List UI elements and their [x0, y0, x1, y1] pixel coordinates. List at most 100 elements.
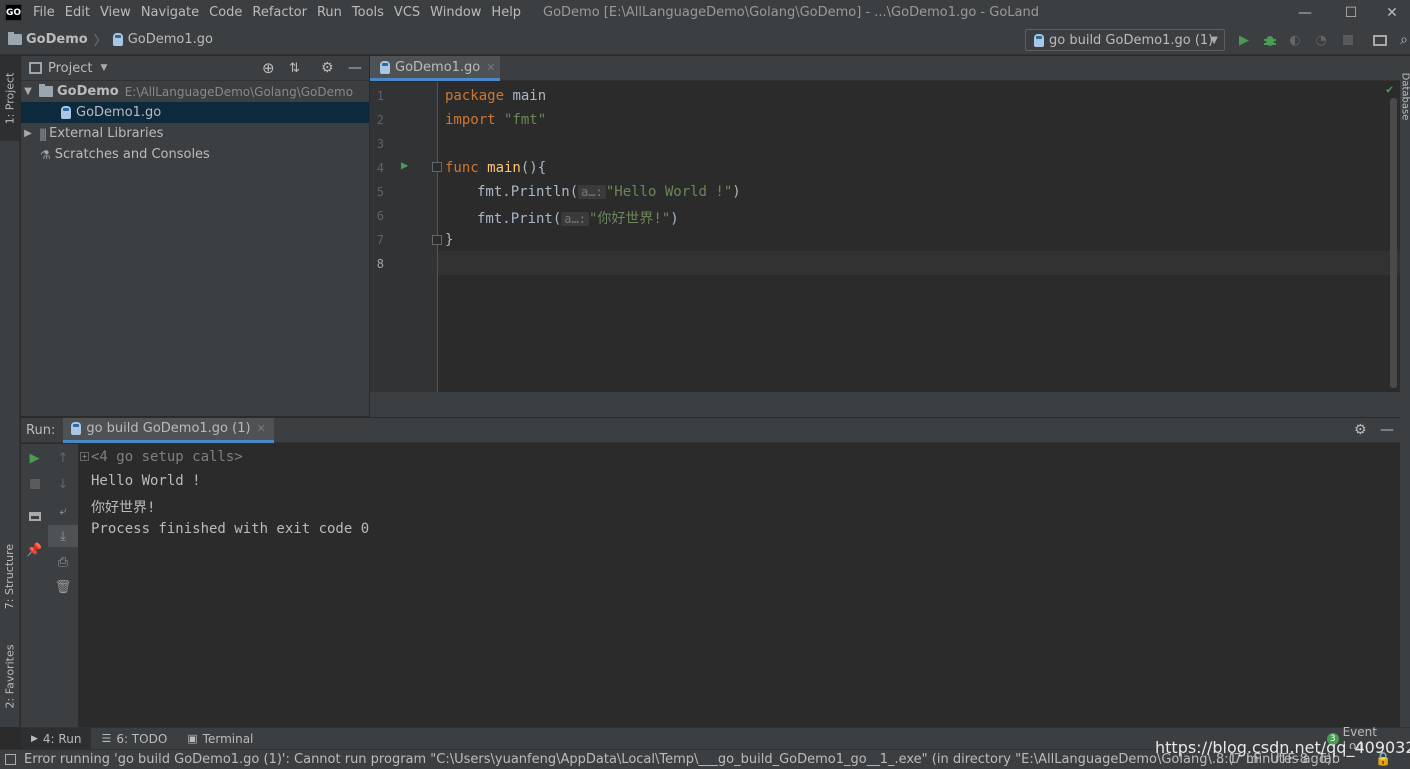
up-arrow-button[interactable]: ↑ [48, 447, 78, 469]
close-tab-icon[interactable]: ✕ [257, 422, 266, 435]
chevron-down-icon[interactable]: ▼ [100, 63, 107, 73]
menu-refactor[interactable]: Refactor [247, 0, 312, 25]
menu-navigate[interactable]: Navigate [136, 0, 204, 25]
folder-icon [39, 84, 53, 97]
menu-file[interactable]: File [28, 0, 60, 25]
clear-all-button[interactable]: 🗑 [48, 576, 78, 598]
layout-icon [28, 511, 41, 521]
run-configuration-select[interactable]: go build GoDemo1.go (1) ▼ [1025, 29, 1225, 51]
punctuation: (){ [520, 160, 547, 176]
run-with-coverage-button[interactable]: ◐ [1287, 32, 1303, 48]
close-window-button[interactable]: ✕ [1374, 0, 1410, 25]
maximize-button[interactable]: ☐ [1328, 0, 1374, 25]
project-structure-button[interactable] [1372, 32, 1388, 48]
panel-splitter[interactable] [370, 392, 1400, 417]
breadcrumb-project-label: GoDemo [26, 32, 88, 47]
stop-button[interactable] [21, 473, 48, 495]
run-tab[interactable]: go build GoDemo1.go (1) ✕ [63, 417, 274, 443]
locate-file-icon[interactable]: ⊕ [262, 59, 275, 77]
window-title: GoDemo [E:\AllLanguageDemo\Golang\GoDemo… [543, 5, 1039, 20]
panel-toggle-icon[interactable] [5, 754, 16, 765]
search-everywhere-button[interactable]: ⌕ [1396, 32, 1410, 48]
minimize-button[interactable]: — [1282, 0, 1328, 25]
keyword: import [445, 112, 496, 128]
tree-item-path: E:\AllLanguageDemo\Golang\GoDemo [124, 84, 354, 99]
code-editor[interactable]: 1 2 3 4 5 6 7 8 ▶ package main import "f… [370, 82, 1400, 392]
menu-help[interactable]: Help [486, 0, 526, 25]
editor-scrollbar[interactable] [1390, 98, 1397, 388]
fold-icon[interactable] [432, 235, 442, 245]
tree-item-scratches[interactable]: ⚗ Scratches and Consoles [21, 144, 369, 165]
tree-item-file[interactable]: GoDemo1.go [21, 102, 369, 123]
string-literal: "fmt" [495, 112, 547, 128]
code-line-4: func main(){ [445, 160, 546, 176]
breadcrumb-separator-icon: 〉 [93, 34, 107, 49]
menu-view[interactable]: View [95, 0, 136, 25]
expand-icon[interactable]: + [80, 452, 89, 461]
tree-item-label: Scratches and Consoles [54, 147, 210, 162]
scratches-icon: ⚗ [40, 147, 51, 162]
tree-item-external-libraries[interactable]: ▶ ||| External Libraries [21, 123, 369, 144]
collapse-all-icon[interactable]: ⇅ [289, 61, 300, 76]
gear-icon[interactable]: ⚙ [321, 60, 334, 76]
fold-icon[interactable] [432, 162, 442, 172]
gear-icon[interactable]: ⚙ [1354, 422, 1367, 438]
status-message[interactable]: Error running 'go build GoDemo1.go (1)':… [24, 752, 1332, 767]
chevron-down-icon: ▼ [1210, 34, 1218, 46]
pin-button[interactable]: 📌 [21, 539, 48, 561]
profile-button[interactable]: ◔ [1313, 32, 1329, 48]
run-panel-label: Run: [26, 422, 56, 438]
tool-tab-todo[interactable]: ☰ 6: TODO [91, 728, 177, 750]
menu-window[interactable]: Window [425, 0, 486, 25]
menu-edit[interactable]: Edit [60, 0, 95, 25]
tool-tab-structure[interactable]: 7: Structure [0, 531, 20, 621]
tree-item-project-root[interactable]: ▼ GoDemo E:\AllLanguageDemo\Golang\GoDem… [21, 81, 369, 102]
go-file-icon [380, 60, 390, 74]
parameter-hint: a…: [578, 185, 606, 199]
menu-vcs[interactable]: VCS [389, 0, 425, 25]
run-button[interactable]: ▶ [1236, 32, 1252, 48]
tool-tab-favorites-label: 2: Favorites [3, 644, 17, 708]
console-output[interactable]: + <4 go setup calls> Hello World ! 你好世界!… [78, 444, 1400, 727]
editor-tab-godemo1[interactable]: GoDemo1.go ✕ [370, 56, 500, 81]
print-button[interactable]: ⎙ [48, 551, 78, 573]
console-line: Process finished with exit code 0 [91, 521, 370, 537]
right-tool-stripe: Database [1400, 56, 1410, 727]
soft-wrap-button[interactable]: ⤶ [48, 500, 78, 522]
close-tab-icon[interactable]: ✕ [486, 61, 495, 74]
layout-button[interactable] [21, 505, 48, 527]
current-line-highlight [438, 251, 1400, 275]
stop-icon [29, 479, 40, 489]
console-line: <4 go setup calls> [91, 449, 243, 465]
tool-tab-terminal[interactable]: ▣ Terminal [177, 728, 263, 750]
watermark: https://blog.csdn.net/qq_40903237 [1155, 738, 1410, 757]
hide-panel-icon[interactable]: — [348, 60, 362, 76]
tool-tab-database-label: Database [1399, 72, 1410, 120]
hide-panel-icon[interactable]: — [1380, 422, 1394, 438]
menu-run[interactable]: Run [312, 0, 347, 25]
terminal-icon: ▣ [187, 732, 198, 745]
breadcrumb-project[interactable]: GoDemo [8, 32, 88, 47]
breadcrumb-file[interactable]: GoDemo1.go [112, 32, 213, 47]
run-gutter-icon[interactable]: ▶ [401, 158, 408, 172]
scroll-to-end-button[interactable]: ⤓ [48, 525, 78, 547]
tool-tab-run[interactable]: ▶ 4: Run [21, 727, 92, 750]
rerun-button[interactable]: ▶ [21, 447, 48, 469]
goland-logo-icon: GO [5, 4, 22, 21]
function-name: main [478, 160, 521, 176]
collapsed-arrow-icon[interactable]: ▶ [21, 128, 35, 139]
line-number: 8 [376, 257, 384, 271]
down-arrow-button[interactable]: ↓ [48, 473, 78, 495]
tool-tab-project[interactable]: 1: Project [0, 56, 20, 141]
menu-tools[interactable]: Tools [347, 0, 389, 25]
menu-code[interactable]: Code [204, 0, 247, 25]
punctuation: ) [670, 211, 679, 227]
go-file-icon [112, 33, 123, 46]
stop-button[interactable] [1340, 32, 1356, 48]
keyword: func [445, 160, 479, 176]
expanded-arrow-icon[interactable]: ▼ [21, 86, 35, 97]
tool-tab-favorites[interactable]: 2: Favorites [0, 631, 20, 721]
project-view-select[interactable]: Project [48, 61, 92, 76]
debug-button[interactable] [1262, 32, 1278, 48]
navigation-bar: GoDemo 〉 GoDemo1.go go build GoDemo1.go … [0, 25, 1410, 55]
